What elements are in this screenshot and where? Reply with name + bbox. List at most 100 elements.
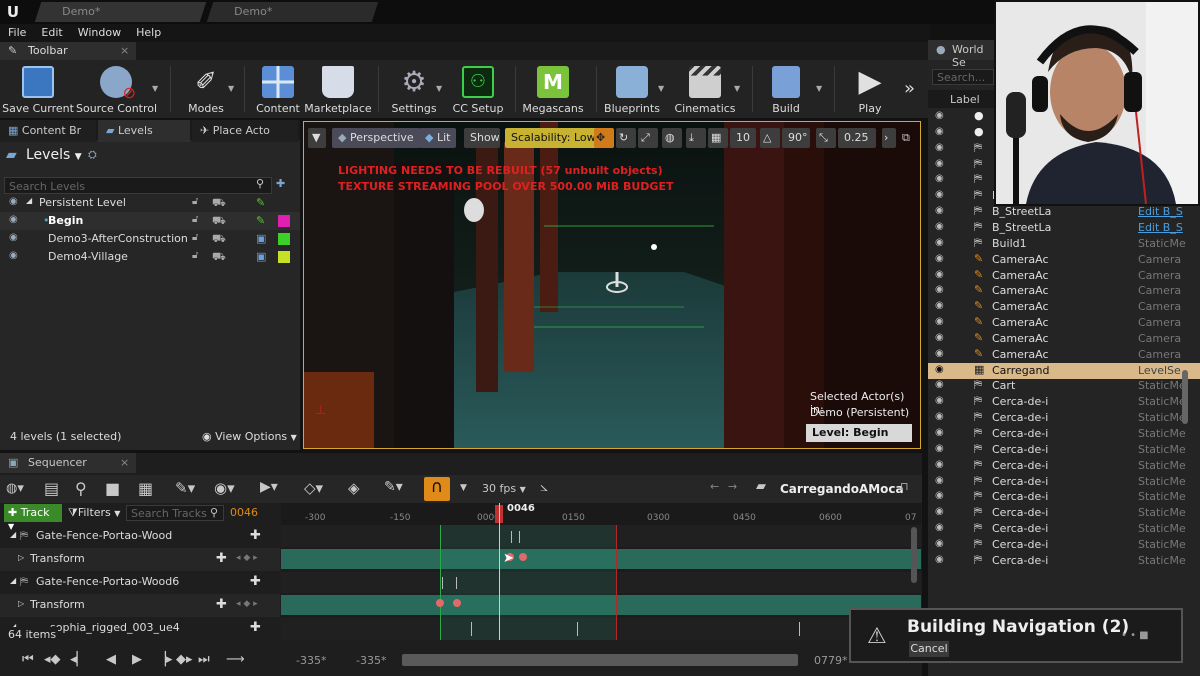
- outliner-row[interactable]: ◉ ✎ CameraAc Camera: [928, 299, 1200, 315]
- auto-key-icon[interactable]: ◈: [348, 479, 360, 497]
- track-row[interactable]: ▷ Transform ✚ ◂ ◆ ▸: [0, 548, 280, 571]
- save-level-icon[interactable]: ▣: [256, 232, 266, 245]
- wrench-icon[interactable]: ✎▾: [175, 479, 195, 497]
- play-options-icon[interactable]: ▶▾: [260, 479, 278, 495]
- cinematics-button[interactable]: Cinematics: [667, 64, 743, 116]
- timeline-ruler[interactable]: -300 -150 0000 0150 0300 0450 0600 07 00…: [281, 503, 921, 525]
- pencil-icon[interactable]: ✎: [256, 214, 265, 227]
- scale-size-button[interactable]: 0.25: [838, 128, 876, 148]
- chevron-down-icon[interactable]: ▼: [734, 84, 740, 93]
- add-icon[interactable]: ✚: [216, 597, 227, 612]
- search-icon[interactable]: ⚲: [75, 479, 87, 498]
- tab-levels[interactable]: ▰ Levels: [98, 120, 190, 142]
- sequence-name[interactable]: CarregandoAMoca: [780, 482, 904, 496]
- timeline-scrollbar[interactable]: [402, 654, 798, 666]
- close-icon[interactable]: ×: [120, 44, 129, 57]
- search-icon[interactable]: ⚲: [210, 506, 218, 519]
- scale-snap-icon[interactable]: ⤡: [816, 128, 836, 148]
- outliner-row[interactable]: ◉ ⛿ Cerca-de-i StaticMe: [928, 505, 1200, 521]
- eye-icon[interactable]: ◉: [935, 284, 944, 295]
- eye-icon[interactable]: ◉: [9, 232, 18, 243]
- tab-place-actors[interactable]: ✈ Place Acto: [192, 120, 298, 142]
- eye-icon[interactable]: ◉: [935, 411, 944, 422]
- menu-window[interactable]: Window: [70, 24, 128, 39]
- key-navigation-icon[interactable]: ◂ ◆ ▸: [236, 599, 258, 609]
- eye-icon[interactable]: ◉: [935, 522, 944, 533]
- actor-type[interactable]: Edit B_S: [1138, 221, 1186, 234]
- view-start-field[interactable]: -335*: [356, 654, 386, 667]
- source-control-icon[interactable]: ⛟: [212, 214, 226, 229]
- eye-icon[interactable]: ◉: [935, 158, 944, 169]
- range-end-field[interactable]: 0779*: [814, 654, 848, 667]
- lock-icon[interactable]: 🔓︎: [192, 214, 198, 225]
- end-marker[interactable]: [616, 525, 617, 640]
- camera-icon[interactable]: ■: [105, 479, 120, 498]
- folder-icon[interactable]: ▰: [756, 479, 766, 494]
- current-frame-field[interactable]: 0046: [230, 506, 258, 519]
- back-arrow-icon[interactable]: ←: [710, 480, 719, 493]
- levels-title[interactable]: Levels ▼: [26, 147, 82, 163]
- play-button[interactable]: ▶ Play: [832, 64, 908, 116]
- eye-icon[interactable]: ◉: [935, 189, 944, 200]
- chevron-down-icon[interactable]: ▼: [816, 84, 822, 93]
- actor-type[interactable]: Edit B_S: [1138, 205, 1186, 218]
- eye-icon[interactable]: ◉: [935, 316, 944, 327]
- camera-speed-icon[interactable]: ›: [882, 128, 896, 148]
- level-row[interactable]: ◉ • Begin 🔓︎ ⛟ ✎: [0, 212, 300, 230]
- outliner-row[interactable]: ◉ ✎ CameraAc Camera: [928, 347, 1200, 363]
- step-forward-icon[interactable]: ▕▸: [156, 652, 173, 667]
- lit-button[interactable]: ◆ Lit: [419, 128, 457, 148]
- cc-setup-button[interactable]: ⚇ CC Setup: [440, 64, 516, 116]
- level-row[interactable]: ◉ Demo4-Village 🔓︎ ⛟ ▣: [0, 248, 300, 266]
- vertical-scrollbar[interactable]: [911, 527, 917, 583]
- forward-arrow-icon[interactable]: →: [728, 480, 737, 493]
- save-icon[interactable]: ▤: [44, 479, 59, 498]
- source-control-icon[interactable]: ⛟: [212, 196, 226, 211]
- search-input[interactable]: Search...: [932, 69, 994, 85]
- track-row[interactable]: ◢ ⛿ Gate-Fence-Portao-Wood ✚: [0, 525, 280, 548]
- eye-icon[interactable]: ◉: [935, 173, 944, 184]
- keyframe[interactable]: [519, 553, 527, 561]
- level-color-swatch[interactable]: [278, 215, 290, 227]
- outliner-row[interactable]: ◉ ⛿ Cerca-de-i StaticMe: [928, 521, 1200, 537]
- eye-icon[interactable]: ◉: [935, 142, 944, 153]
- menu-file[interactable]: File: [0, 24, 33, 39]
- marketplace-button[interactable]: Marketplace: [300, 64, 376, 116]
- level-settings-icon[interactable]: ⛭: [88, 148, 97, 162]
- level-color-swatch[interactable]: [278, 251, 290, 263]
- world-settings-icon[interactable]: ◍▾: [6, 481, 24, 496]
- play-reverse-icon[interactable]: ◀: [106, 652, 116, 667]
- collapse-arrow-icon[interactable]: ◢: [26, 196, 32, 205]
- vertical-scrollbar[interactable]: [1182, 370, 1188, 424]
- keyframe[interactable]: [436, 599, 444, 607]
- outliner-row[interactable]: ◉ ✎ CameraAc Camera: [928, 268, 1200, 284]
- megascans-button[interactable]: M Megascans: [515, 64, 591, 116]
- chevron-down-icon[interactable]: ▼: [658, 84, 664, 93]
- eye-icon[interactable]: ◉: [935, 205, 944, 216]
- eye-icon[interactable]: ◉: [935, 253, 944, 264]
- cancel-button[interactable]: Cancel: [909, 641, 949, 657]
- outliner-row[interactable]: ◉ ✎ CameraAc Camera: [928, 331, 1200, 347]
- level-viewport[interactable]: ▼ ◆ Perspective ◆ Lit Show Scalability: …: [303, 121, 921, 449]
- loop-icon[interactable]: ⟶: [226, 652, 245, 667]
- track-row[interactable]: ◢ ⛿ Gate-Fence-Portao-Wood6 ✚: [0, 571, 280, 594]
- surface-snap-icon[interactable]: ⤓: [686, 128, 706, 148]
- eye-icon[interactable]: ◉: [9, 250, 18, 261]
- outliner-row[interactable]: ◉ ✎ CameraAc Camera: [928, 315, 1200, 331]
- source-control-button[interactable]: ⊘ Source Control: [76, 64, 157, 116]
- sequencer-tab[interactable]: ▣ Sequencer ×: [0, 453, 136, 473]
- level-row[interactable]: ◉ Demo3-AfterConstruction 🔓︎ ⛟ ▣: [0, 230, 300, 248]
- pencil-icon[interactable]: ✎: [256, 196, 265, 209]
- jump-to-start-icon[interactable]: ⏮: [22, 652, 34, 667]
- collapse-arrow-icon[interactable]: ◢: [10, 576, 16, 585]
- collapse-arrow-icon[interactable]: ◢: [10, 530, 16, 539]
- lock-icon[interactable]: 🔓︎: [192, 196, 198, 207]
- add-icon[interactable]: ✚: [250, 528, 261, 543]
- render-movie-icon[interactable]: ▦: [138, 479, 153, 498]
- translate-icon[interactable]: ✥: [594, 128, 614, 148]
- eye-icon[interactable]: ◉: [935, 395, 944, 406]
- eye-icon[interactable]: ◉: [935, 237, 944, 248]
- eye-icon[interactable]: ◉: [935, 221, 944, 232]
- eye-icon[interactable]: ◉: [935, 459, 944, 470]
- menu-help[interactable]: Help: [128, 24, 168, 39]
